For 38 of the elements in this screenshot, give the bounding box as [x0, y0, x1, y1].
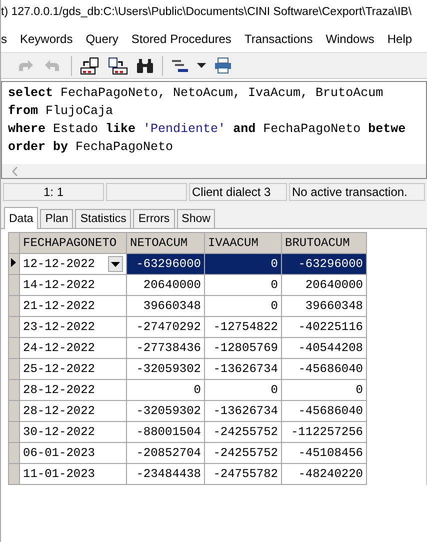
menu-item[interactable]: Transactions	[244, 32, 313, 46]
row-pointer-icon	[11, 258, 16, 267]
tab[interactable]: Statistics	[75, 209, 132, 228]
menu-item[interactable]: s	[1, 32, 7, 46]
status-panel: Client dialect 3	[189, 183, 287, 201]
horizontal-scrollbar[interactable]	[2, 164, 426, 178]
table-cell[interactable]: 0	[356, 383, 363, 397]
status-panel: No active transaction.	[289, 183, 425, 201]
menu-item[interactable]: Query	[86, 32, 118, 46]
table-cell[interactable]: 0	[270, 278, 278, 292]
table-cell[interactable]: 0	[270, 257, 278, 271]
tab[interactable]: Plan	[40, 209, 74, 228]
window-title: t) 127.0.0.1/gds_db:C:\Users\Public\Documents\CINI Software\Cexport\Traza\IB\	[1, 5, 413, 20]
column-header[interactable]: BRUTOACUM	[282, 232, 366, 254]
code-line: order by FechaPagoNeto	[8, 139, 174, 156]
sql-editor[interactable]: select FechaPagoNeto, NetoAcum, IvaAcum, BrutoAcum from FlujoCaja where Estado like 'Pendiente' and FechaPagoNeto betwe order by FechaPagoNeto	[1, 81, 427, 179]
menu-item[interactable]: Stored Procedures	[131, 32, 232, 46]
code-line: from FlujoCaja	[8, 103, 114, 120]
column-header[interactable]: IVAACUM	[204, 232, 282, 254]
dropdown-button[interactable]	[108, 256, 123, 272]
column-header[interactable]: NETOACUM	[126, 232, 204, 254]
tab[interactable]: Show	[176, 209, 216, 228]
menu-item[interactable]: Help	[387, 32, 412, 46]
column-header[interactable]: FECHAPAGONETO	[20, 232, 126, 254]
tab[interactable]: Data	[4, 207, 38, 229]
table-cell[interactable]: 0	[270, 299, 278, 313]
code-line: where Estado like 'Pendiente' and FechaPagoNeto betwe	[8, 121, 407, 138]
printer-icon[interactable]	[214, 57, 232, 74]
dropdown-caret-icon[interactable]	[197, 62, 206, 68]
binoculars-icon[interactable]	[136, 58, 154, 74]
status-panel: 1: 1	[3, 183, 104, 201]
table-cell[interactable]: 0	[270, 383, 278, 397]
table-cell[interactable]: 0	[194, 383, 201, 397]
code-line: select FechaPagoNeto, NetoAcum, IvaAcum, BrutoAcum	[8, 85, 384, 102]
menu-item[interactable]: Keywords	[20, 32, 73, 46]
menu-item[interactable]: Windows	[326, 32, 374, 46]
caret-icon	[111, 262, 120, 266]
tab[interactable]: Errors	[133, 209, 175, 228]
